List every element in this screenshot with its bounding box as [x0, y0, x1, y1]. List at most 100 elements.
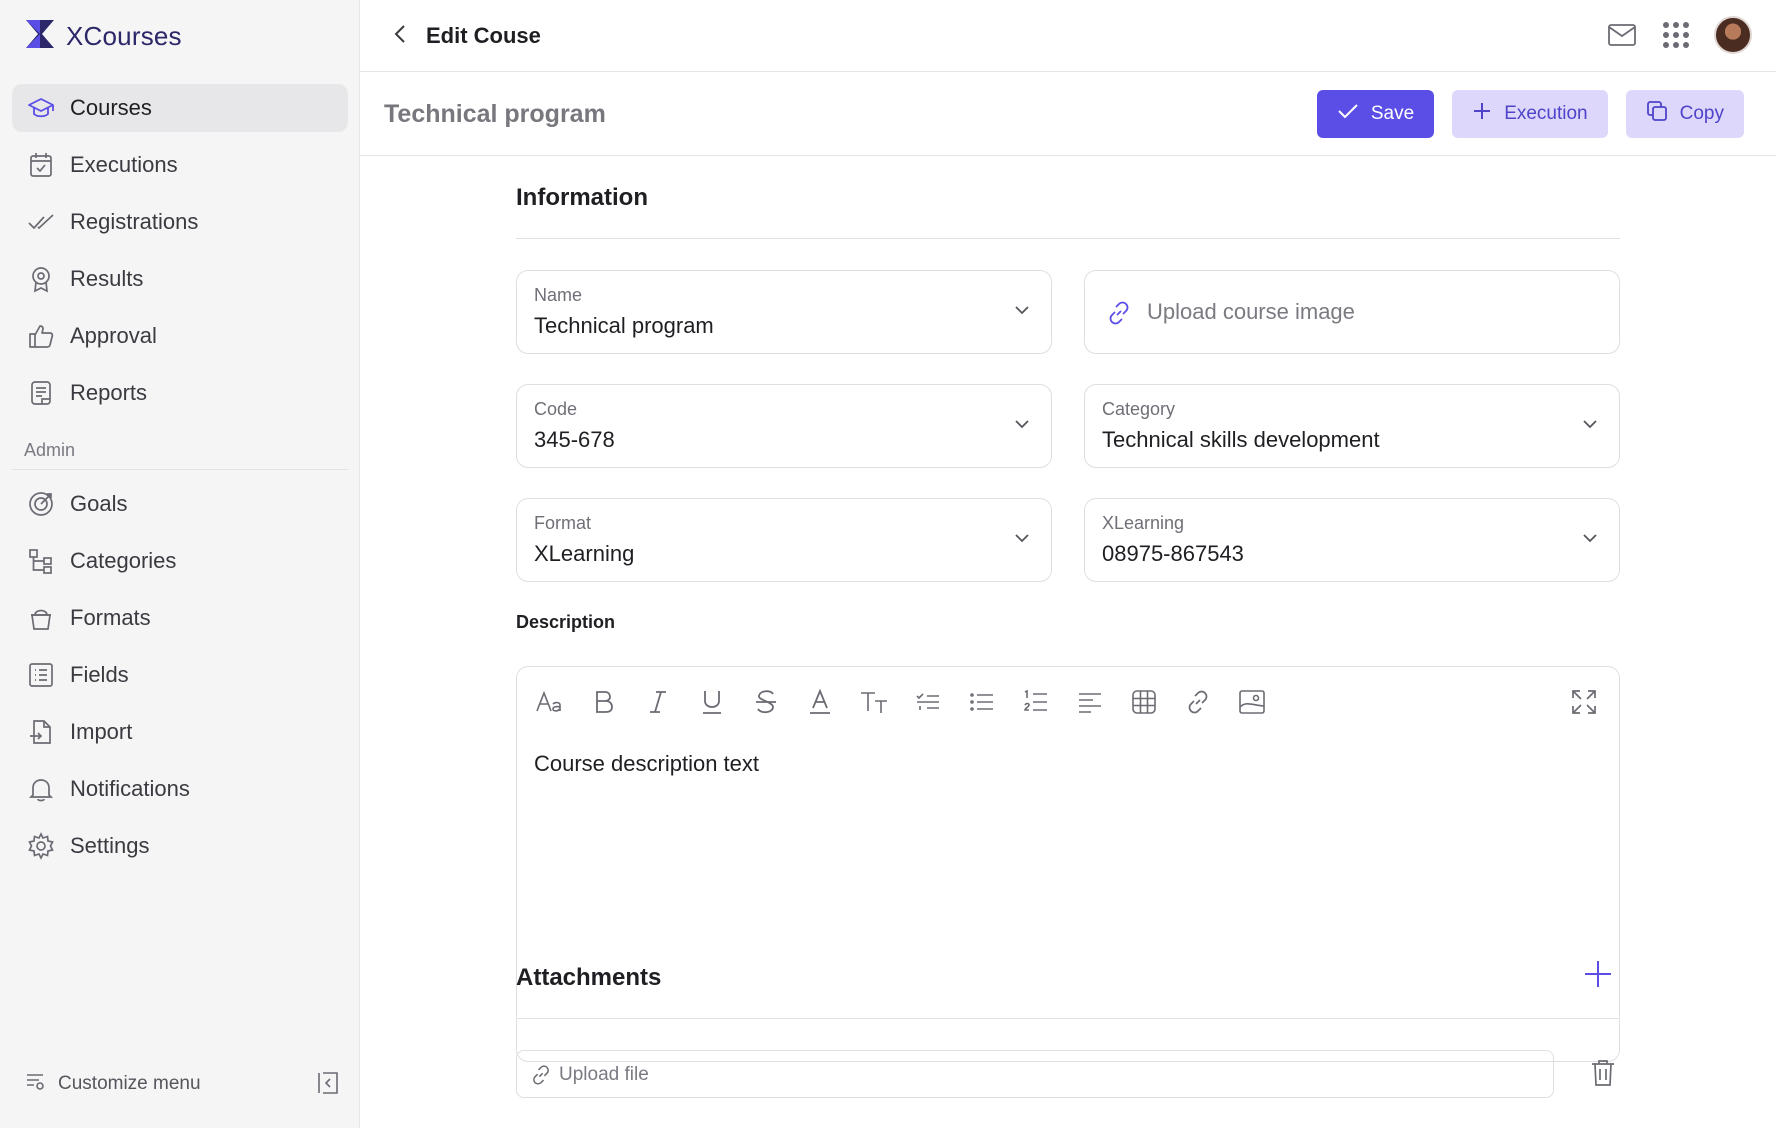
paperclip-icon: [529, 1063, 553, 1087]
add-execution-button[interactable]: Execution: [1452, 90, 1608, 138]
sidebar-item-settings[interactable]: Settings: [12, 822, 348, 870]
customize-icon: [24, 1070, 46, 1097]
name-field[interactable]: Name Technical program: [516, 270, 1052, 354]
sidebar-item-reports[interactable]: Reports: [12, 369, 348, 417]
copy-button[interactable]: Copy: [1625, 90, 1744, 138]
sidebar-item-goals[interactable]: Goals: [12, 480, 348, 528]
upload-file-field[interactable]: Upload file: [516, 1050, 1554, 1098]
sidebar: XCourses Courses Executions Registration…: [0, 0, 360, 1128]
sidebar-item-registrations[interactable]: Registrations: [12, 198, 348, 246]
page-title: Edit Couse: [426, 23, 541, 48]
admin-nav: Goals Categories Formats Fields Import N…: [12, 480, 348, 879]
font-size-icon[interactable]: [533, 685, 567, 719]
table-icon[interactable]: [1127, 685, 1161, 719]
target-icon: [26, 489, 56, 519]
chevron-down-icon: [1013, 301, 1031, 319]
name-value: Technical program: [534, 313, 714, 338]
checklist-icon[interactable]: [911, 685, 945, 719]
avatar[interactable]: [1714, 16, 1752, 54]
sidebar-item-results[interactable]: Results: [12, 255, 348, 303]
sidebar-item-label: Import: [70, 719, 133, 744]
xlearning-value: 08975-867543: [1102, 541, 1244, 566]
delete-attachment-button[interactable]: [1586, 1058, 1620, 1092]
format-field[interactable]: Format XLearning: [516, 498, 1052, 582]
sidebar-item-courses[interactable]: Courses: [12, 84, 348, 132]
plus-icon: [1472, 101, 1492, 127]
x-logo-icon: [24, 18, 56, 55]
collapse-icon: [315, 1070, 341, 1101]
sidebar-item-categories[interactable]: Categories: [12, 537, 348, 585]
chevron-left-icon: [393, 24, 407, 49]
chevron-down-icon: [1581, 529, 1599, 547]
upload-file-placeholder: Upload file: [559, 1064, 649, 1085]
brand-name: XCourses: [66, 21, 182, 51]
code-value: 345-678: [534, 427, 615, 452]
copy-label: Copy: [1679, 103, 1724, 124]
mail-icon[interactable]: [1606, 19, 1638, 51]
description-editor[interactable]: Course description text: [516, 666, 1620, 1062]
sidebar-item-label: Executions: [70, 152, 178, 177]
sidebar-item-label: Settings: [70, 833, 150, 858]
brand[interactable]: XCourses: [24, 18, 182, 55]
main-nav: Courses Executions Registrations Results…: [12, 84, 348, 426]
sidebar-item-formats[interactable]: Formats: [12, 594, 348, 642]
back-button[interactable]: [388, 22, 412, 50]
bullet-list-icon[interactable]: [965, 685, 999, 719]
divider: [12, 469, 348, 470]
sidebar-item-label: Notifications: [70, 776, 190, 801]
customize-menu-label: Customize menu: [58, 1072, 201, 1094]
format-value: XLearning: [534, 541, 635, 566]
code-field[interactable]: Code 345-678: [516, 384, 1052, 468]
text-style-icon[interactable]: [857, 685, 891, 719]
chevron-down-icon: [1013, 415, 1031, 433]
description-label: Description: [516, 612, 616, 632]
hierarchy-icon: [26, 546, 56, 576]
xlearning-field[interactable]: XLearning 08975-867543: [1084, 498, 1620, 582]
save-label: Save: [1370, 103, 1415, 124]
sidebar-item-notifications[interactable]: Notifications: [12, 765, 348, 813]
numbered-list-icon[interactable]: [1019, 685, 1053, 719]
strikethrough-icon[interactable]: [749, 685, 783, 719]
apps-grid-icon[interactable]: [1660, 19, 1692, 51]
action-buttons: Save Execution Copy: [1316, 90, 1744, 138]
upload-course-image-field[interactable]: Upload course image: [1084, 270, 1620, 354]
record-header: Technical program Save Execution Copy: [360, 72, 1776, 156]
sidebar-item-label: Fields: [70, 662, 129, 687]
record-title: Technical program: [384, 100, 606, 128]
bold-icon[interactable]: [587, 685, 621, 719]
report-icon: [26, 378, 56, 408]
award-icon: [26, 264, 56, 294]
customize-menu-button[interactable]: Customize menu: [24, 1070, 344, 1097]
sidebar-item-import[interactable]: Import: [12, 708, 348, 756]
expand-icon[interactable]: [1567, 685, 1601, 719]
bell-icon: [26, 774, 56, 804]
category-field[interactable]: Category Technical skills development: [1084, 384, 1620, 468]
information-title: Information: [516, 184, 648, 211]
sidebar-item-fields[interactable]: Fields: [12, 651, 348, 699]
trash-icon: [1590, 1058, 1616, 1093]
xlearning-label: XLearning: [1102, 513, 1185, 533]
graduation-cap-icon: [26, 93, 56, 123]
collapse-sidebar-button[interactable]: [313, 1070, 343, 1100]
italic-icon[interactable]: [641, 685, 675, 719]
sidebar-item-label: Results: [70, 266, 144, 291]
sidebar-item-executions[interactable]: Executions: [12, 141, 348, 189]
calendar-check-icon: [26, 150, 56, 180]
check-icon: [1337, 102, 1359, 126]
admin-section-label: Admin: [24, 440, 76, 460]
text-color-icon[interactable]: [803, 685, 837, 719]
chevron-down-icon: [1581, 415, 1599, 433]
category-label: Category: [1102, 399, 1176, 419]
sidebar-item-approval[interactable]: Approval: [12, 312, 348, 360]
description-text[interactable]: Course description text: [534, 751, 759, 777]
category-value: Technical skills development: [1102, 427, 1380, 452]
save-button[interactable]: Save: [1316, 90, 1435, 138]
add-attachment-button[interactable]: [1580, 958, 1616, 994]
name-label: Name: [534, 285, 583, 305]
underline-icon[interactable]: [695, 685, 729, 719]
align-left-icon[interactable]: [1073, 685, 1107, 719]
attachments-title: Attachments: [516, 964, 662, 991]
image-icon[interactable]: [1235, 685, 1269, 719]
link-icon[interactable]: [1181, 685, 1215, 719]
divider: [516, 1018, 1620, 1019]
